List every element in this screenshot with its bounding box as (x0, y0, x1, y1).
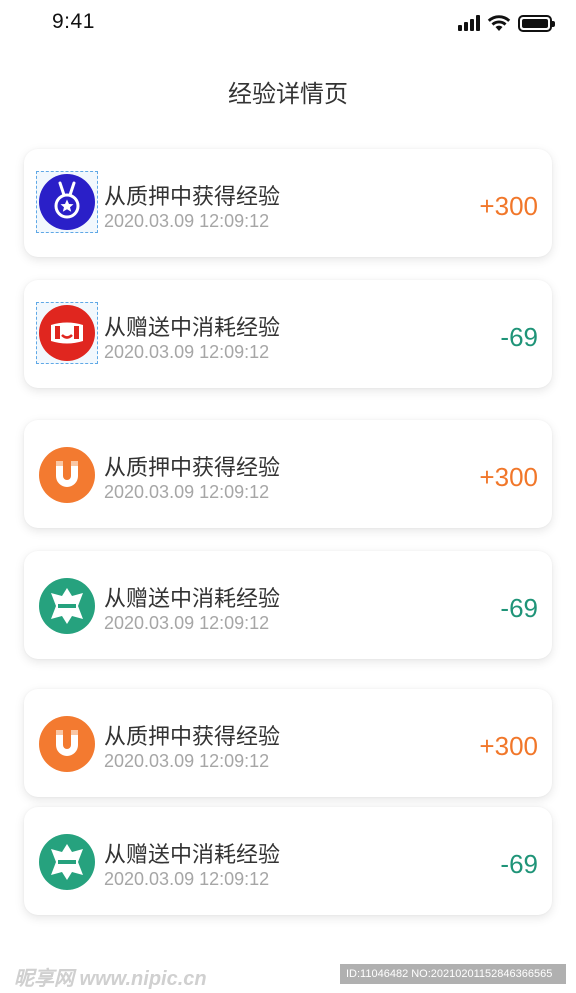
record-time: 2020.03.09 12:09:12 (104, 869, 270, 889)
record-value: -69 (500, 593, 538, 623)
record-card[interactable]: 从赠送中消耗经验 2020.03.09 12:09:12 -69 (24, 280, 552, 388)
record-card[interactable]: 从赠送中消耗经验 2020.03.09 12:09:12 -69 (24, 551, 552, 659)
record-card[interactable]: 从质押中获得经验 2020.03.09 12:09:12 +300 (24, 420, 552, 528)
status-icons (458, 14, 555, 32)
record-title: 从质押中获得经验 (104, 725, 281, 750)
record-value: -69 (500, 849, 538, 879)
status-time: 9:41 (52, 10, 95, 33)
record-title: 从质押中获得经验 (104, 185, 281, 210)
record-value: +300 (479, 462, 538, 492)
wifi-icon (487, 15, 511, 31)
record-time: 2020.03.09 12:09:12 (104, 342, 270, 362)
record-time: 2020.03.09 12:09:12 (104, 613, 270, 633)
magnet-icon (38, 446, 96, 504)
record-title: 从质押中获得经验 (104, 456, 281, 481)
record-title: 从赠送中消耗经验 (104, 316, 281, 341)
signal-icon (458, 15, 480, 31)
red-packet-icon (36, 302, 98, 364)
record-time: 2020.03.09 12:09:12 (104, 211, 270, 231)
record-title: 从赠送中消耗经验 (104, 843, 281, 868)
record-time: 2020.03.09 12:09:12 (104, 751, 270, 771)
page-title: 经验详情页 (228, 80, 348, 108)
watermark-id: ID:11046482 NO:20210201152846366565 (340, 964, 566, 984)
record-card[interactable]: 从质押中获得经验 2020.03.09 12:09:12 +300 (24, 689, 552, 797)
battery-icon (518, 14, 555, 32)
record-time: 2020.03.09 12:09:12 (104, 482, 270, 502)
record-card[interactable]: 从赠送中消耗经验 2020.03.09 12:09:12 -69 (24, 807, 552, 915)
medal-icon (36, 171, 98, 233)
record-value: +300 (479, 731, 538, 761)
record-card[interactable]: 从质押中获得经验 2020.03.09 12:09:12 +300 (24, 149, 552, 257)
record-value: -69 (500, 322, 538, 352)
record-value: +300 (479, 191, 538, 221)
status-bar: 9:41 (0, 0, 576, 46)
gift-icon (38, 833, 96, 891)
record-title: 从赠送中消耗经验 (104, 587, 281, 612)
magnet-icon (38, 715, 96, 773)
watermark-logo: 昵享网 www.nipic.cn (14, 968, 207, 990)
gift-icon (38, 577, 96, 635)
